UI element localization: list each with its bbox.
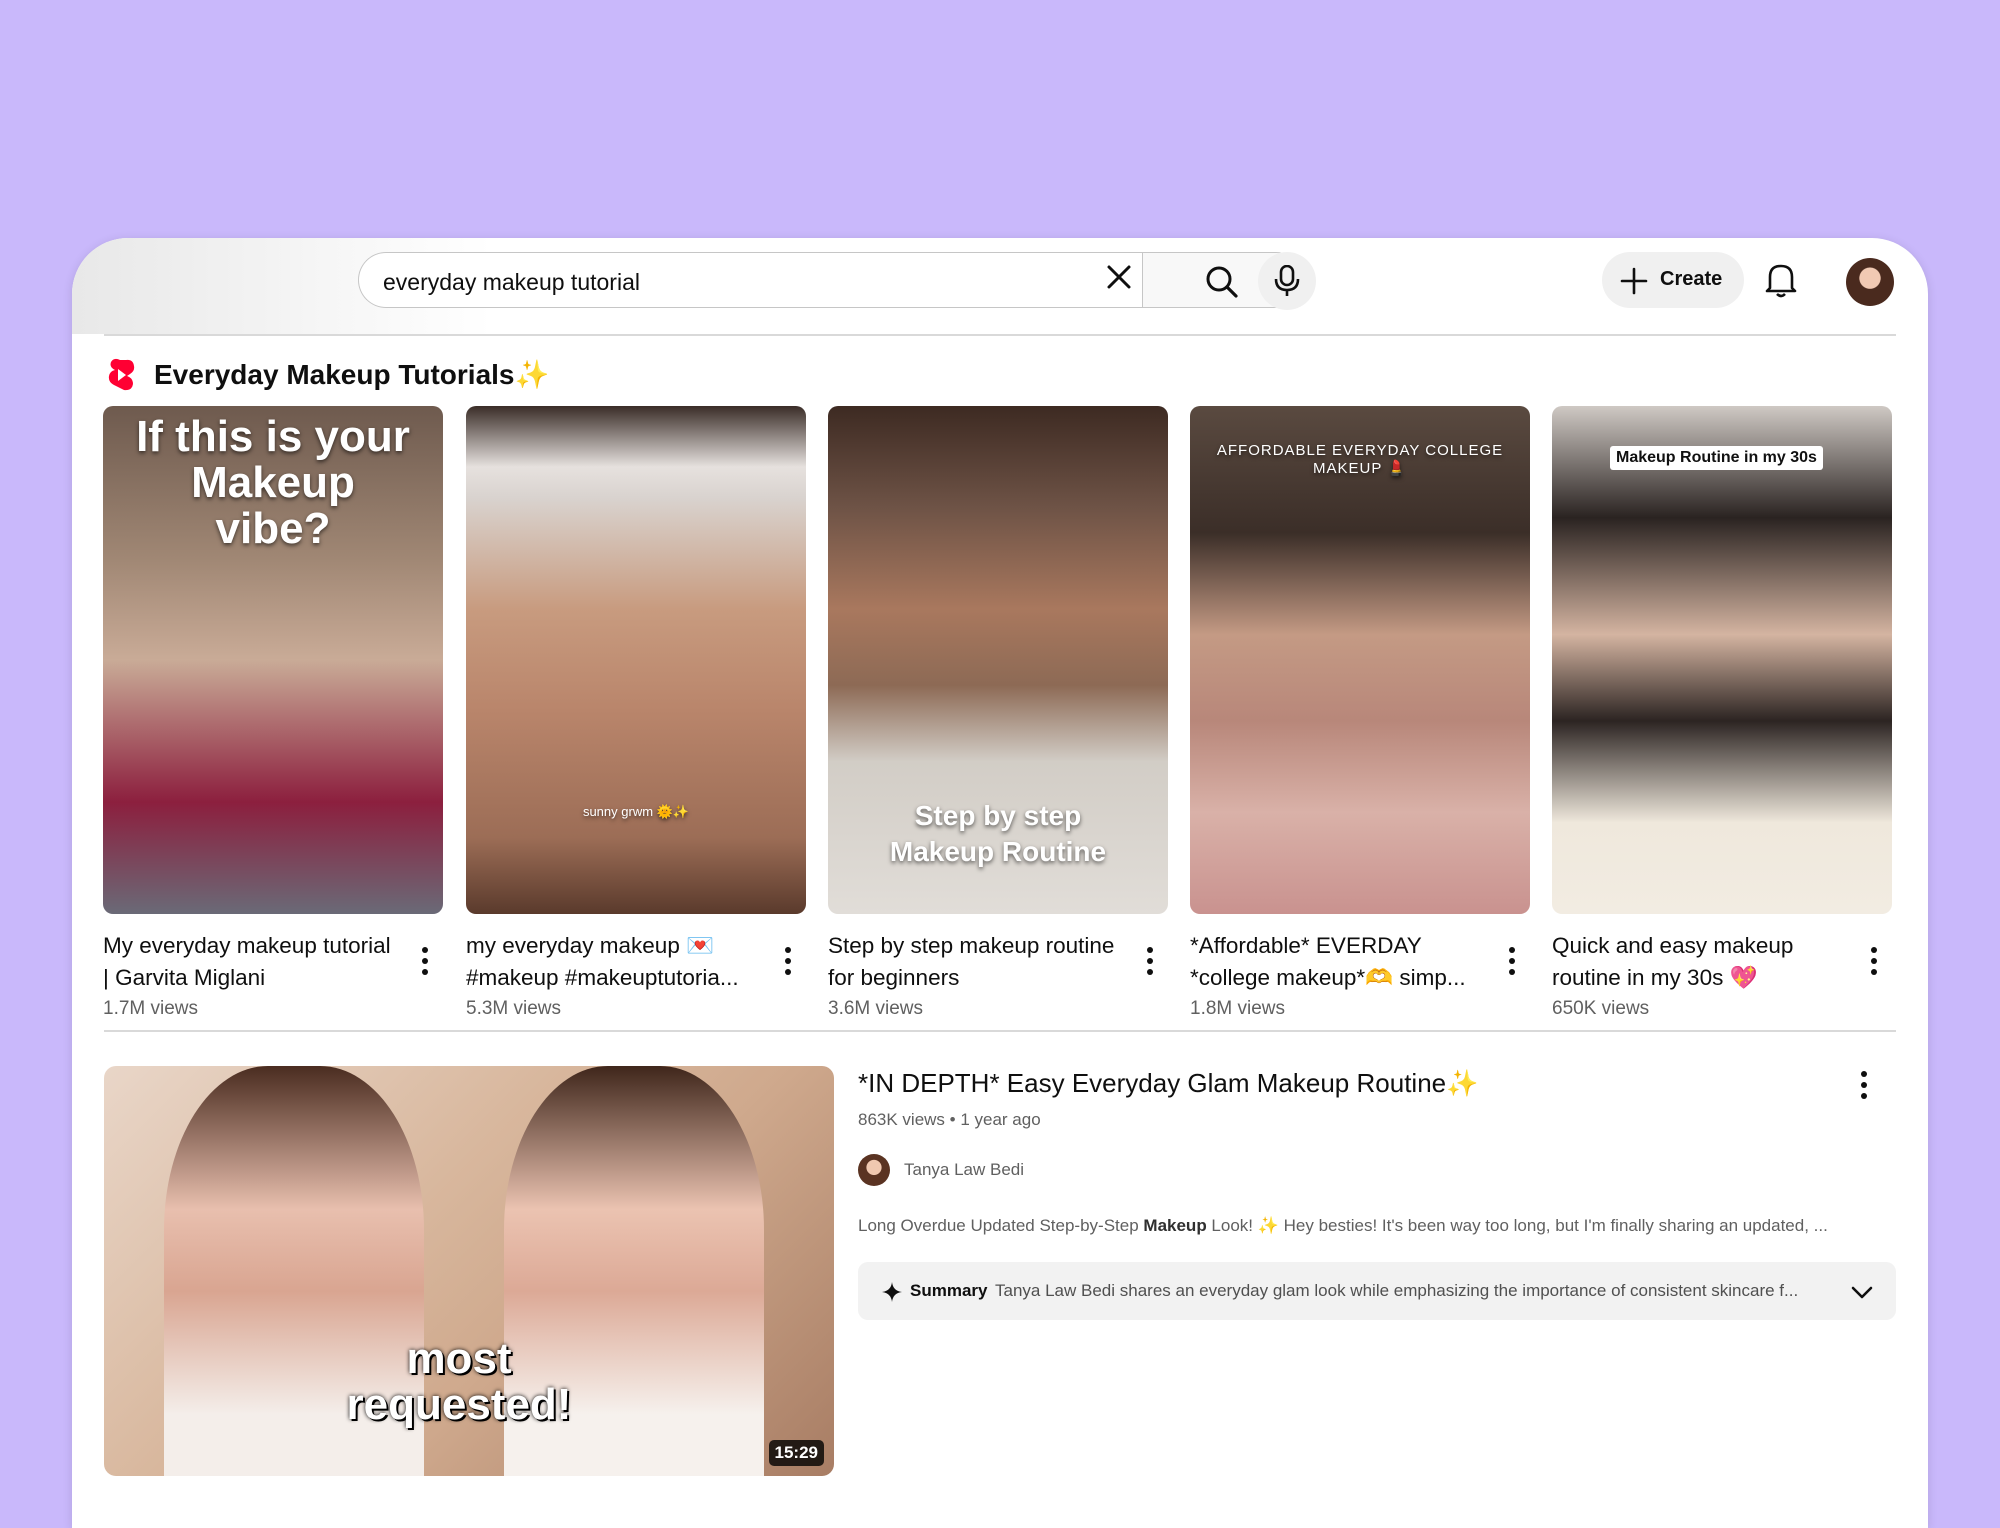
more-options-icon[interactable] — [1502, 942, 1522, 982]
short-thumbnail[interactable]: sunny grwm 🌞✨ — [466, 406, 806, 914]
sparkle-icon — [882, 1282, 902, 1302]
search-box[interactable] — [358, 252, 1144, 308]
more-options-icon[interactable] — [415, 942, 435, 982]
channel-avatar[interactable] — [858, 1154, 890, 1186]
close-icon[interactable] — [1104, 262, 1140, 298]
short-views: 1.8M views — [1190, 998, 1286, 1019]
divider — [104, 1030, 1896, 1032]
summary-label: Summary — [910, 1281, 988, 1300]
duration-badge: 15:29 — [768, 1440, 824, 1466]
video-meta: 863K views • 1 year ago — [858, 1110, 1041, 1129]
more-options-icon[interactable] — [1140, 942, 1160, 982]
thumbnail-overlay-text: most requested! — [346, 1334, 572, 1429]
thumbnail-overlay-text: If this is your Makeup vibe? — [136, 412, 410, 553]
short-title[interactable]: Quick and easy makeup routine in my 30s … — [1552, 930, 1842, 994]
channel-name[interactable]: Tanya Law Bedi — [904, 1160, 1024, 1180]
ai-summary-panel[interactable]: Summary Tanya Law Bedi shares an everyda… — [858, 1262, 1896, 1320]
short-views: 650K views — [1552, 998, 1650, 1019]
short-thumbnail[interactable]: Step by step Makeup Routine — [828, 406, 1168, 914]
short-views: 3.6M views — [828, 998, 924, 1019]
browser-window: Create Everyday Makeup Tutorials✨ If thi… — [72, 238, 1928, 1528]
short-thumbnail[interactable]: AFFORDABLE EVERYDAY COLLEGE MAKEUP 💄 — [1190, 406, 1530, 914]
more-options-icon[interactable] — [1864, 942, 1884, 982]
thumbnail-overlay-text: Makeup Routine in my 30s — [1610, 446, 1823, 470]
short-views: 5.3M views — [466, 998, 562, 1019]
thumbnail-overlay-text: Step by step Makeup Routine — [889, 800, 1107, 867]
video-thumbnail[interactable]: most requested! 15:29 — [104, 1066, 834, 1476]
top-bar: Create — [72, 238, 1928, 334]
video-description-snippet: Long Overdue Updated Step-by-Step Makeup… — [858, 1216, 1828, 1235]
chevron-down-icon[interactable] — [1850, 1280, 1874, 1304]
more-options-icon[interactable] — [1854, 1066, 1874, 1106]
shelf-title: Everyday Makeup Tutorials✨ — [154, 359, 550, 390]
plus-icon — [1620, 267, 1648, 295]
video-result[interactable]: most requested! 15:29 *IN DEPTH* Easy Ev… — [104, 1066, 1896, 1486]
voice-search-button[interactable] — [1258, 252, 1316, 310]
divider — [104, 334, 1896, 336]
thumbnail-overlay-text: AFFORDABLE EVERYDAY COLLEGE MAKEUP 💄 — [1216, 442, 1504, 477]
short-title[interactable]: My everyday makeup tutorial | Garvita Mi… — [103, 930, 393, 994]
search-icon — [1206, 266, 1238, 298]
summary-text: Tanya Law Bedi shares an everyday glam l… — [995, 1281, 1799, 1300]
create-label: Create — [1660, 268, 1723, 290]
short-thumbnail[interactable]: Makeup Routine in my 30s — [1552, 406, 1892, 914]
shorts-logo-icon — [108, 358, 135, 391]
short-thumbnail[interactable]: If this is your Makeup vibe? — [103, 406, 443, 914]
short-title[interactable]: *Affordable* EVERDAY *college makeup*🫶 s… — [1190, 930, 1480, 994]
video-title[interactable]: *IN DEPTH* Easy Everyday Glam Makeup Rou… — [858, 1068, 1478, 1099]
microphone-icon — [1274, 265, 1300, 296]
short-title[interactable]: Step by step makeup routine for beginner… — [828, 930, 1118, 994]
avatar[interactable] — [1846, 258, 1894, 306]
short-views: 1.7M views — [103, 998, 199, 1019]
thumbnail-overlay-text: sunny grwm 🌞✨ — [582, 804, 690, 819]
bell-icon[interactable] — [1764, 260, 1808, 304]
short-title[interactable]: my everyday makeup 💌 #makeup #makeuptuto… — [466, 930, 756, 994]
more-options-icon[interactable] — [778, 942, 798, 982]
search-input[interactable] — [381, 266, 1065, 298]
create-button[interactable]: Create — [1602, 252, 1744, 308]
